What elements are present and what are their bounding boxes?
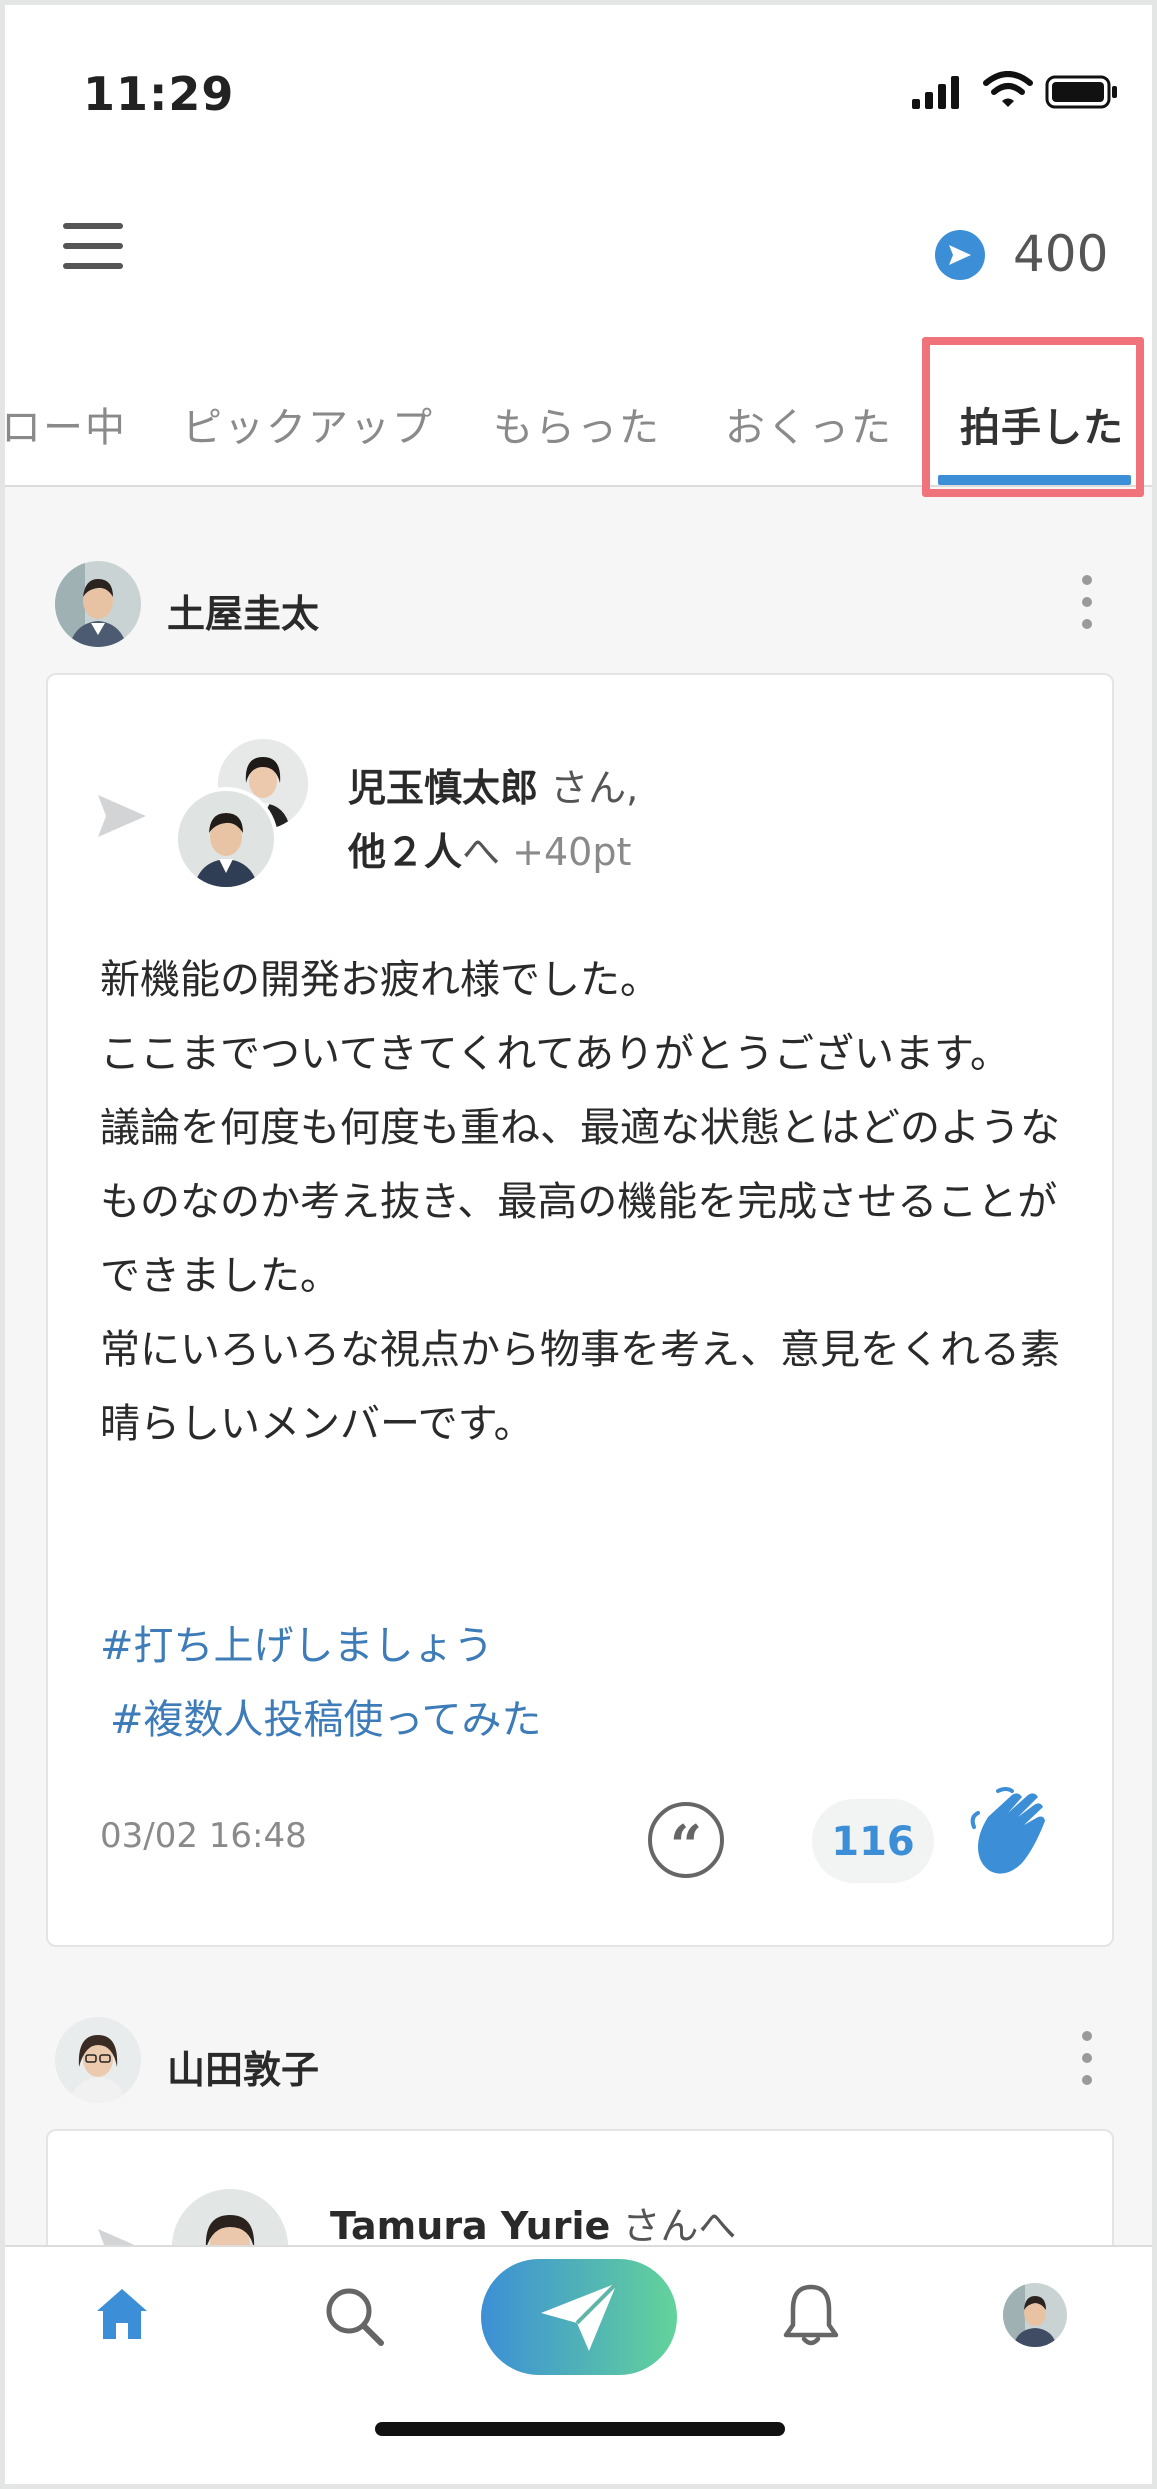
post-date: 03/02 16:48: [100, 1816, 307, 1856]
clap-count: 116: [831, 1819, 915, 1865]
wifi-icon: [983, 71, 1033, 107]
app-header: 400: [5, 175, 1152, 335]
avatar[interactable]: [55, 2017, 141, 2103]
signal-icon: [912, 76, 959, 109]
avatar[interactable]: [55, 561, 141, 647]
bell-icon[interactable]: [781, 2281, 841, 2349]
post-card: 児玉慎太郎 さん, 他２人へ +40pt 新機能の開発お疲れ様でした。 ここまで…: [46, 673, 1114, 1947]
points-send-icon: [935, 230, 985, 280]
clap-icon[interactable]: [968, 1787, 1050, 1883]
send-icon: [98, 795, 146, 837]
search-icon[interactable]: [323, 2285, 385, 2347]
hashtag[interactable]: #打ち上げしましょう: [100, 1613, 494, 1671]
status-time: 11:29: [83, 67, 235, 121]
tab-pickup[interactable]: ピックアップ: [182, 395, 434, 453]
more-options-icon[interactable]: [1082, 2031, 1094, 2091]
profile-avatar[interactable]: [1003, 2283, 1067, 2347]
status-bar: 11:29: [5, 5, 1152, 175]
tab-sent[interactable]: おくった: [725, 395, 893, 453]
points-balance: 400: [1013, 225, 1109, 283]
recipient-line: 児玉慎太郎 さん,: [348, 757, 638, 812]
post-author-name[interactable]: 土屋圭太: [167, 583, 319, 638]
app-screen: 11:29 400 ロー中 ピックアップ もらった おくった 拍手した 土屋圭太…: [5, 5, 1152, 2484]
recipient-avatar[interactable]: [174, 787, 278, 891]
home-indicator: [375, 2422, 785, 2436]
recipient-name[interactable]: 児玉慎太郎: [348, 766, 538, 810]
menu-icon[interactable]: [63, 223, 123, 275]
battery-icon: [1045, 75, 1117, 109]
post-message: 新機能の開発お疲れ様でした。 ここまでついてきてくれてありがとうございます。 議…: [100, 957, 1060, 1447]
send-icon: [541, 2281, 619, 2351]
post-author-row: 土屋圭太: [5, 545, 1152, 665]
to-suffix: へ: [462, 830, 501, 874]
send-button[interactable]: [481, 2259, 677, 2375]
recipient-others-line: 他２人へ +40pt: [348, 821, 631, 876]
hashtag[interactable]: #複数人投稿使ってみた: [110, 1687, 542, 1745]
post-author-name[interactable]: 山田敦子: [167, 2039, 319, 2094]
recipient-name[interactable]: Tamura Yurie: [330, 2204, 610, 2248]
recipient-suffix: さん,: [550, 766, 639, 810]
bottom-nav: [5, 2245, 1152, 2484]
recipient-suffix: さんへ: [622, 2204, 737, 2248]
recipient-line: Tamura Yurie さんへ: [330, 2195, 736, 2250]
tab-received[interactable]: もらった: [493, 395, 661, 453]
quote-icon[interactable]: “: [648, 1802, 724, 1879]
highlight-box: [922, 337, 1144, 497]
post-author-row: 山田敦子: [5, 2001, 1152, 2121]
tab-following[interactable]: ロー中: [5, 395, 127, 453]
other-recipients[interactable]: 他２人: [348, 830, 462, 874]
clap-count-badge[interactable]: 116: [812, 1799, 934, 1883]
more-options-icon[interactable]: [1082, 575, 1094, 635]
points-awarded: +40pt: [512, 830, 632, 874]
home-icon[interactable]: [93, 2285, 151, 2343]
